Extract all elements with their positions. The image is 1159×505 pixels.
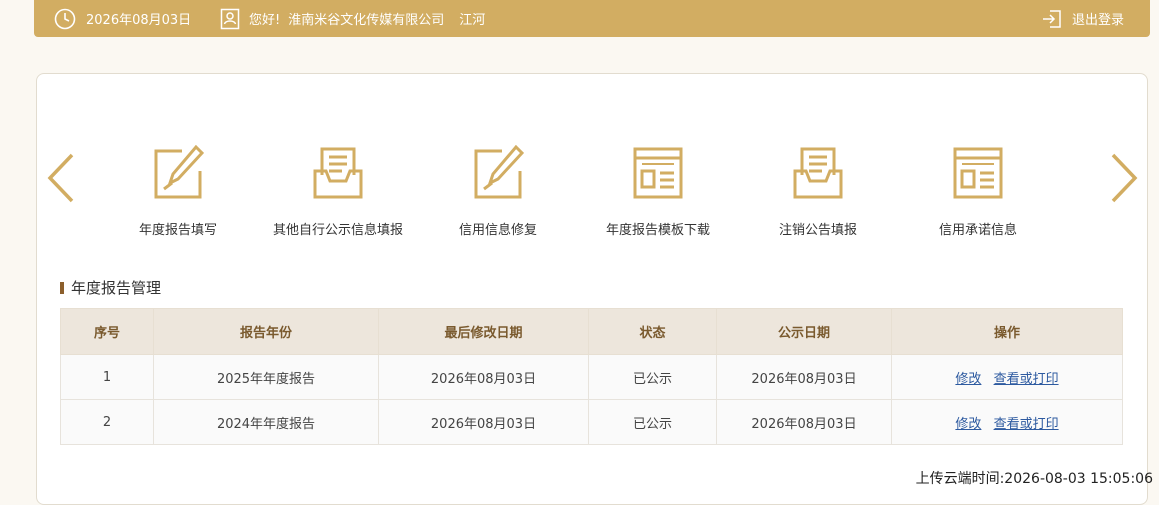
nav-label: 年度报告模板下载 [605, 223, 710, 238]
nav-annual-report-fill[interactable]: 年度报告填写 [98, 144, 258, 238]
carousel-next-button[interactable] [1109, 152, 1139, 204]
publish-date: 2026年08月03日 [716, 399, 892, 445]
column-header: 状态 [588, 308, 717, 355]
last-modified-date: 2026年08月03日 [378, 399, 589, 445]
user-greeting: 您好! 淮南米谷文化传媒有限公司 江河 [220, 0, 485, 37]
user-name: 江河 [459, 13, 486, 28]
section-title: 年度报告管理 [60, 277, 161, 298]
publish-date: 2026年08月03日 [716, 354, 892, 400]
company-name: 淮南米谷文化传媒有限公司 [288, 13, 445, 28]
current-date: 2026年08月03日 [86, 13, 192, 28]
view-print-link[interactable]: 查看或打印 [994, 417, 1059, 432]
template-icon [953, 147, 1003, 199]
table-header-row: 序号 报告年份 最后修改日期 状态 公示日期 操作 [60, 308, 1123, 355]
report-year: 2025年年度报告 [153, 354, 379, 400]
status-text: 已公示 [588, 354, 717, 400]
top-bar: 2026年08月03日 您好! 淮南米谷文化传媒有限公司 江河 退出登录 [34, 0, 1150, 37]
status-text: 已公示 [588, 399, 717, 445]
nav-template-download[interactable]: 年度报告模板下载 [578, 145, 738, 238]
nav-credit-commitment[interactable]: 信用承诺信息 [898, 145, 1058, 238]
table-row: 2 2024年年度报告 2026年08月03日 已公示 2026年08月03日 … [60, 399, 1123, 445]
inbox-icon [793, 147, 843, 199]
actions-cell: 修改 查看或打印 [891, 354, 1123, 400]
column-header: 最后修改日期 [378, 308, 589, 355]
nav-label: 注销公告填报 [778, 223, 857, 238]
greeting-text: 您好! [249, 13, 281, 28]
template-icon [633, 147, 683, 199]
last-modified-date: 2026年08月03日 [378, 354, 589, 400]
edit-icon [154, 144, 205, 199]
chevron-right-icon [1111, 153, 1138, 203]
table-row: 1 2025年年度报告 2026年08月03日 已公示 2026年08月03日 … [60, 354, 1123, 400]
nav-label: 信用信息修复 [458, 223, 537, 238]
row-number: 1 [60, 354, 154, 400]
annual-report-table: 序号 报告年份 最后修改日期 状态 公示日期 操作 1 2025年年度报告 20… [60, 308, 1123, 445]
logout-button[interactable]: 退出登录 [1042, 0, 1124, 37]
chevron-left-icon [47, 153, 74, 203]
column-header: 操作 [891, 308, 1123, 355]
nav-credit-repair[interactable]: 信用信息修复 [418, 144, 578, 238]
edit-icon [474, 144, 525, 199]
column-header: 序号 [60, 308, 154, 355]
edit-link[interactable]: 修改 [955, 417, 981, 432]
logout-icon [1043, 9, 1061, 28]
nav-cancellation-notice[interactable]: 注销公告填报 [738, 145, 898, 238]
row-number: 2 [60, 399, 154, 445]
edit-link[interactable]: 修改 [955, 372, 981, 387]
clock-icon [54, 8, 76, 29]
nav-label: 其他自行公示信息填报 [272, 223, 403, 238]
logout-label: 退出登录 [1072, 13, 1125, 28]
user-card-icon [220, 8, 240, 29]
title-marker [60, 281, 64, 294]
nav-other-disclosure[interactable]: 其他自行公示信息填报 [258, 145, 418, 238]
report-year: 2024年年度报告 [153, 399, 379, 445]
nav-label: 信用承诺信息 [938, 223, 1017, 238]
actions-cell: 修改 查看或打印 [891, 399, 1123, 445]
column-header: 报告年份 [153, 308, 379, 355]
section-title-text: 年度报告管理 [71, 279, 162, 297]
upload-time: 上传云端时间:2026-08-03 15:05:06 [915, 471, 1153, 487]
column-header: 公示日期 [716, 308, 892, 355]
view-print-link[interactable]: 查看或打印 [994, 372, 1059, 387]
nav-label: 年度报告填写 [138, 223, 217, 238]
date-display: 2026年08月03日 [54, 0, 191, 37]
inbox-icon [313, 147, 363, 199]
carousel-prev-button[interactable] [46, 152, 76, 204]
